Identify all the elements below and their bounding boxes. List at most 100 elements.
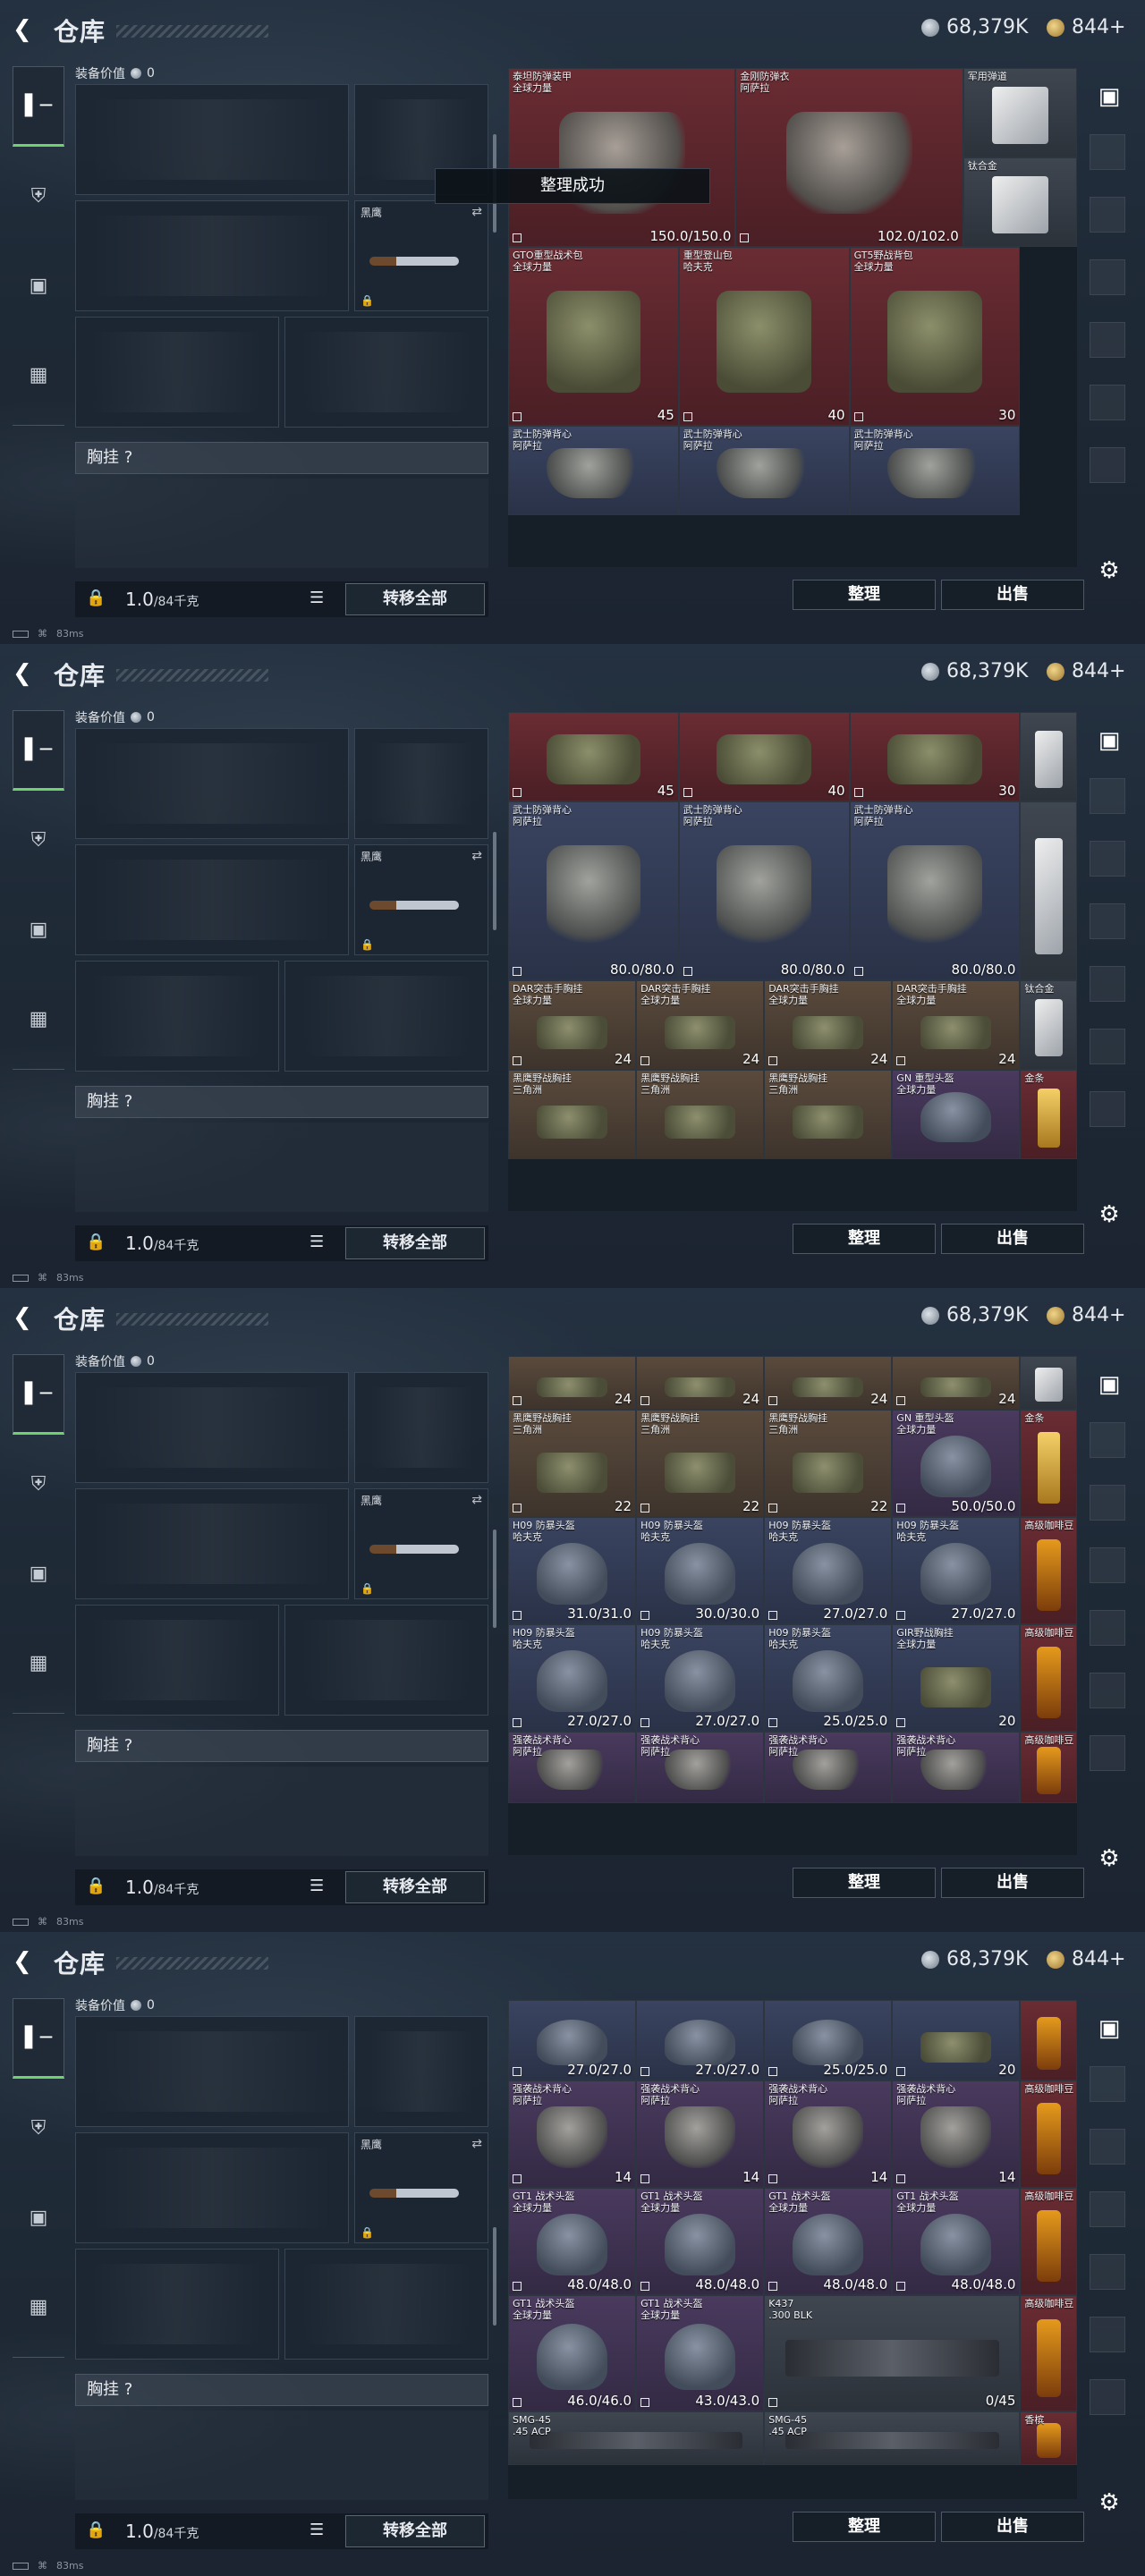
stash-page-tab[interactable]: [1090, 322, 1125, 358]
stash-item[interactable]: 高级咖啡豆: [1020, 2080, 1077, 2188]
chest-rig-area[interactable]: [75, 2411, 488, 2500]
settings-gear-icon[interactable]: ⚙: [1093, 1843, 1125, 1875]
stash-page-tab[interactable]: [1090, 1735, 1125, 1771]
transfer-all-button[interactable]: 转移全部: [345, 583, 485, 615]
backpack-side-icon[interactable]: ▣: [1093, 80, 1125, 113]
stash-item[interactable]: 武士防弹背心 阿萨拉: [678, 426, 850, 515]
stash-item[interactable]: 高级咖啡豆: [1020, 1732, 1077, 1803]
stash-item[interactable]: GN 重型头盔 全球力量 50.0/50.0: [892, 1410, 1021, 1517]
stash-item[interactable]: 24: [764, 1356, 893, 1410]
loadout-scrollbar[interactable]: [493, 1530, 496, 1628]
stash-item[interactable]: 金条: [1020, 1070, 1077, 1159]
chest-rig-area[interactable]: [75, 1767, 488, 1856]
stash-item[interactable]: 强袭战术背心 阿萨拉 14: [764, 2080, 893, 2188]
stash-item[interactable]: SMG-45 .45 ACP: [764, 2411, 1021, 2465]
tab-backpack[interactable]: ▣: [13, 2177, 64, 2258]
stash-item[interactable]: 强袭战术背心 阿萨拉: [636, 1732, 765, 1803]
tab-case[interactable]: ▦: [13, 335, 64, 415]
stash-item[interactable]: 强袭战术背心 阿萨拉 14: [892, 2080, 1021, 2188]
backpack-side-icon[interactable]: ▣: [1093, 724, 1125, 757]
stash-item[interactable]: 27.0/27.0: [636, 2000, 765, 2080]
stash-item[interactable]: 45: [508, 712, 679, 801]
swap-icon[interactable]: ⇄: [471, 2137, 482, 2151]
primary-weapon-slot[interactable]: [75, 2016, 349, 2127]
chest-rig-header[interactable]: 胸挂 ?: [75, 2374, 488, 2406]
stash-item[interactable]: H09 防暴头盔 哈夫克 27.0/27.0: [764, 1517, 893, 1624]
sort-button[interactable]: 整理: [793, 1868, 936, 1898]
stash-item[interactable]: DAR突击手胸挂 全球力量 24: [636, 980, 765, 1070]
stash-item[interactable]: K437 .300 BLK 0/45: [764, 2295, 1021, 2411]
lock-icon[interactable]: 🔒: [86, 589, 106, 607]
melee-slot[interactable]: 黑鹰 ⇄ 🔒: [354, 1488, 488, 1599]
stash-item[interactable]: 高级咖啡豆: [1020, 2188, 1077, 2295]
backpack-side-icon[interactable]: ▣: [1093, 1368, 1125, 1401]
settings-gear-icon[interactable]: ⚙: [1093, 2487, 1125, 2519]
list-icon[interactable]: ☰: [310, 589, 324, 607]
tab-weapons[interactable]: ▌─: [13, 1998, 64, 2079]
tab-weapons[interactable]: ▌─: [13, 1354, 64, 1435]
stash-page-tab[interactable]: [1090, 1029, 1125, 1064]
primary-weapon-slot[interactable]: [75, 1372, 349, 1483]
tab-armor[interactable]: ⛨: [13, 2088, 64, 2168]
back-arrow-icon[interactable]: ❮: [13, 1948, 39, 1975]
secondary-weapon-slot[interactable]: [75, 844, 349, 955]
stash-item[interactable]: 高级咖啡豆: [1020, 1517, 1077, 1624]
chest-rig-header[interactable]: 胸挂 ?: [75, 1730, 488, 1762]
stash-page-tab[interactable]: [1090, 2066, 1125, 2102]
stash-item[interactable]: H09 防暴头盔 哈夫克 31.0/31.0: [508, 1517, 637, 1624]
helmet-slot[interactable]: [75, 317, 279, 428]
tab-armor[interactable]: ⛨: [13, 156, 64, 236]
stash-item[interactable]: 黑鹰野战胸挂 三角洲: [764, 1070, 893, 1159]
stash-page-tab[interactable]: [1090, 966, 1125, 1002]
lock-icon[interactable]: 🔒: [86, 2521, 106, 2539]
tab-backpack[interactable]: ▣: [13, 889, 64, 970]
stash-item[interactable]: 武士防弹背心 阿萨拉 80.0/80.0: [849, 801, 1021, 980]
loadout-scrollbar[interactable]: [493, 832, 496, 930]
stash-item[interactable]: 强袭战术背心 阿萨拉: [508, 1732, 637, 1803]
stash-item[interactable]: GT1 战术头盔 全球力量 48.0/48.0: [764, 2188, 893, 2295]
secondary-weapon-slot[interactable]: [75, 200, 349, 311]
melee-slot[interactable]: 黑鹰 ⇄ 🔒: [354, 200, 488, 311]
list-icon[interactable]: ☰: [310, 1233, 324, 1251]
stash-page-tab[interactable]: [1090, 2129, 1125, 2165]
stash-item[interactable]: GN 重型头盔 全球力量: [892, 1070, 1021, 1159]
stash-item[interactable]: H09 防暴头盔 哈夫克 27.0/27.0: [892, 1517, 1021, 1624]
sort-button[interactable]: 整理: [793, 1224, 936, 1254]
transfer-all-button[interactable]: 转移全部: [345, 1871, 485, 1903]
sell-button[interactable]: 出售: [941, 1224, 1084, 1254]
stash-page-tab[interactable]: [1090, 2191, 1125, 2227]
stash-item[interactable]: 40: [678, 712, 850, 801]
stash-item[interactable]: 黑鹰野战胸挂 三角洲 22: [508, 1410, 637, 1517]
chest-rig-header[interactable]: 胸挂 ?: [75, 442, 488, 474]
stash-item[interactable]: GT1 战术头盔 全球力量 43.0/43.0: [636, 2295, 765, 2411]
stash-item[interactable]: 24: [892, 1356, 1021, 1410]
stash-page-tab[interactable]: [1090, 447, 1125, 483]
stash-item[interactable]: 军用弹道: [963, 68, 1077, 157]
stash-item[interactable]: GT1 战术头盔 全球力量 48.0/48.0: [636, 2188, 765, 2295]
transfer-all-button[interactable]: 转移全部: [345, 2515, 485, 2547]
tab-backpack[interactable]: ▣: [13, 1533, 64, 1614]
melee-slot[interactable]: 黑鹰 ⇄ 🔒: [354, 844, 488, 955]
stash-item[interactable]: GIR野战胸挂 全球力量 20: [892, 1624, 1021, 1732]
settings-gear-icon[interactable]: ⚙: [1093, 555, 1125, 587]
armor-slot[interactable]: [284, 1605, 488, 1716]
stash-item[interactable]: 金刚防弹衣 阿萨拉 102.0/102.0: [735, 68, 963, 247]
chest-rig-area[interactable]: [75, 479, 488, 568]
list-icon[interactable]: ☰: [310, 2521, 324, 2539]
armor-slot[interactable]: [284, 2249, 488, 2360]
settings-gear-icon[interactable]: ⚙: [1093, 1199, 1125, 1231]
currency-gold[interactable]: 844+: [1047, 1304, 1125, 1326]
stash-item[interactable]: [1020, 801, 1077, 980]
tab-case[interactable]: ▦: [13, 979, 64, 1059]
melee-slot[interactable]: 黑鹰 ⇄ 🔒: [354, 2132, 488, 2243]
swap-icon[interactable]: ⇄: [471, 205, 482, 219]
stash-page-tab[interactable]: [1090, 778, 1125, 814]
tab-armor[interactable]: ⛨: [13, 1444, 64, 1524]
pistol-slot[interactable]: [354, 2016, 488, 2127]
tab-armor[interactable]: ⛨: [13, 800, 64, 880]
stash-item[interactable]: 30: [849, 712, 1021, 801]
loadout-scrollbar[interactable]: [493, 2227, 496, 2326]
transfer-all-button[interactable]: 转移全部: [345, 1227, 485, 1259]
tab-weapons[interactable]: ▌─: [13, 66, 64, 147]
stash-item[interactable]: H09 防暴头盔 哈夫克 27.0/27.0: [508, 1624, 637, 1732]
